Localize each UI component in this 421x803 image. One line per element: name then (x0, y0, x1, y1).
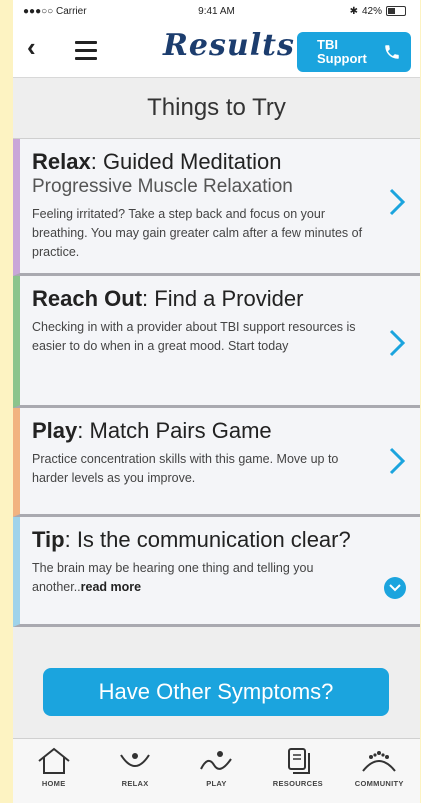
status-right: ✱ 42% (350, 6, 406, 17)
read-more-link[interactable]: read more (81, 580, 141, 594)
battery-percent: 42% (361, 5, 382, 17)
relax-icon (120, 753, 150, 767)
nav-bar: ‹ Results TBI Support (13, 22, 420, 78)
play-icon (200, 751, 233, 770)
card-relax[interactable]: Relax: Guided Meditation Progressive Mus… (13, 139, 420, 276)
card-title: Relax: Guided Meditation (32, 149, 282, 174)
tab-label: RELAX (121, 779, 149, 788)
support-label: TBI Support (317, 37, 367, 66)
card-tip[interactable]: Tip: Is the communication clear? The bra… (13, 517, 420, 627)
phone-screen: ●●●○○ Carrier 9:41 AM ✱ 42% ‹ Results TB… (13, 0, 420, 803)
status-bar: ●●●○○ Carrier 9:41 AM ✱ 42% (13, 0, 420, 22)
chevron-right-icon[interactable] (388, 328, 406, 358)
card-reach-out[interactable]: Reach Out: Find a Provider Checking in w… (13, 276, 420, 408)
chevron-right-icon[interactable] (388, 187, 406, 217)
chevron-down-icon[interactable] (384, 577, 406, 599)
hamburger-icon[interactable] (75, 41, 97, 65)
resources-icon (287, 748, 310, 774)
tab-community[interactable]: COMMUNITY (339, 739, 419, 803)
card-title: Play: Match Pairs Game (32, 418, 272, 443)
bluetooth-icon: ✱ (349, 5, 358, 17)
tab-relax[interactable]: RELAX (95, 739, 175, 803)
tab-label: COMMUNITY (354, 779, 404, 788)
page-title: Results (163, 28, 295, 63)
tab-home[interactable]: HOME (14, 739, 94, 803)
card-description: Feeling irritated? Take a step back and … (32, 207, 363, 259)
card-title: Tip: Is the communication clear? (32, 527, 351, 552)
phone-icon (385, 45, 399, 59)
tab-label: PLAY (206, 779, 227, 788)
chevron-right-icon[interactable] (388, 446, 406, 476)
tab-label: HOME (41, 779, 66, 788)
card-play[interactable]: Play: Match Pairs Game Practice concentr… (13, 408, 420, 517)
card-subtitle: Progressive Muscle Relaxation (32, 176, 293, 197)
card-description: The brain may be hearing one thing and t… (32, 561, 314, 594)
carrier-label: ●●●○○ Carrier (23, 5, 87, 17)
card-description: Checking in with a provider about TBI su… (32, 320, 356, 353)
chevron-left-icon[interactable]: ‹ (27, 32, 36, 63)
section-title: Things to Try (13, 78, 420, 139)
card-title: Reach Out: Find a Provider (32, 286, 304, 311)
tab-bar: HOME RELAX PLAY RESOURCES COMMUNITY (13, 738, 420, 803)
card-description: Practice concentration skills with this … (32, 452, 339, 485)
tab-label: RESOURCES (272, 779, 323, 788)
tbi-support-button[interactable]: TBI Support (297, 32, 411, 72)
home-icon (38, 747, 70, 774)
community-icon (362, 751, 397, 772)
tab-play[interactable]: PLAY (176, 739, 256, 803)
tab-resources[interactable]: RESOURCES (258, 739, 338, 803)
battery-icon (386, 6, 406, 16)
other-symptoms-button[interactable]: Have Other Symptoms? (43, 668, 389, 716)
